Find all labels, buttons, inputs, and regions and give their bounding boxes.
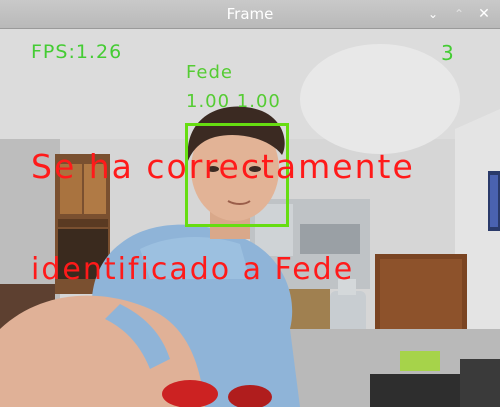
recognition-scores: 1.00 1.00 — [186, 91, 281, 112]
camera-frame: FPS:1.26 3 Fede 1.00 1.00 Se ha correcta… — [0, 29, 500, 407]
recognition-message-line1: Se ha correctamente — [31, 147, 415, 186]
detection-count: 3 — [441, 41, 455, 65]
maximize-button[interactable]: ⌃ — [449, 4, 469, 24]
title-bar[interactable]: Frame ⌄ ⌃ ✕ — [0, 0, 500, 29]
close-button[interactable]: ✕ — [474, 4, 494, 24]
recognized-name-label: Fede — [186, 62, 233, 83]
recognition-message-line2: identificado a Fede — [31, 252, 355, 287]
fps-counter: FPS:1.26 — [31, 41, 123, 63]
minimize-button[interactable]: ⌄ — [423, 4, 443, 24]
app-window: Frame ⌄ ⌃ ✕ FPS:1.26 3 Fede 1.00 1.00 Se… — [0, 0, 500, 407]
